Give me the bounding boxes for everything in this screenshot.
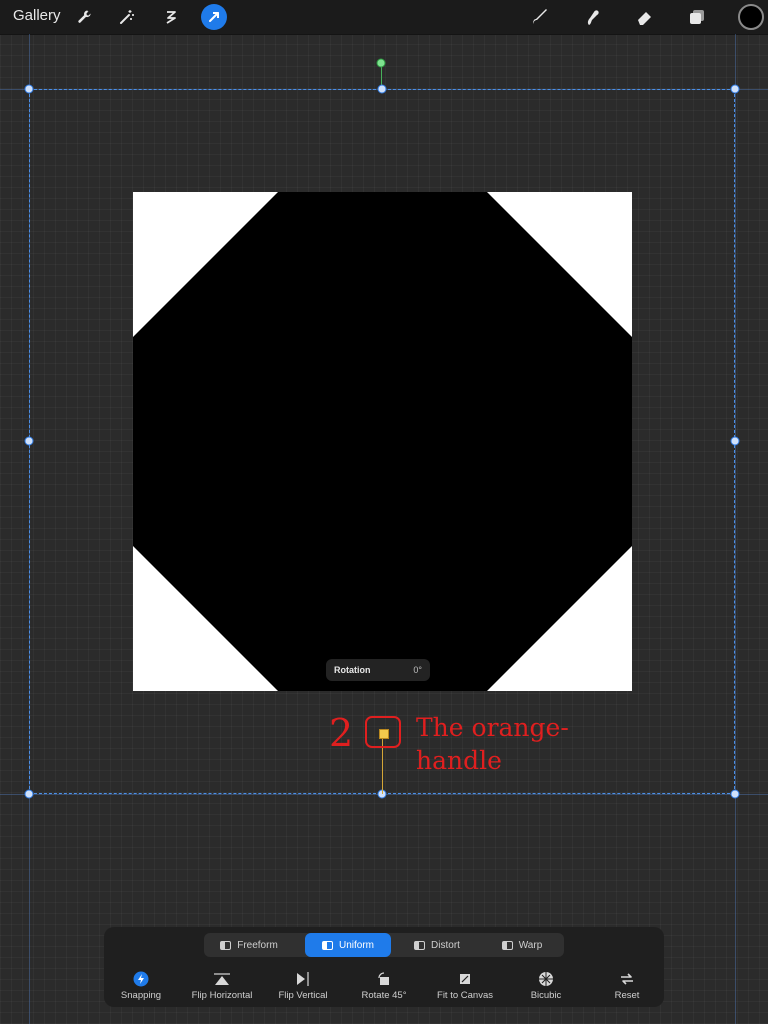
uniform-icon [321,940,333,950]
flip-horizontal-button[interactable]: Flip Horizontal [180,971,264,1005]
corner-handle-top-right[interactable] [730,84,740,94]
reset-icon [585,971,669,987]
smudge-icon[interactable] [580,4,606,30]
distort-icon [414,940,426,950]
mode-warp[interactable]: Warp [482,933,562,957]
layers-icon[interactable] [684,4,710,30]
magic-wand-icon[interactable] [114,4,140,30]
transform-arrow-icon[interactable] [201,4,227,30]
corner-handle-bottom-right[interactable] [730,789,740,799]
rotate-45-button[interactable]: Rotate 45° [342,971,426,1005]
transform-bounding-box[interactable] [29,89,735,794]
flip-vertical-button[interactable]: Flip Vertical [261,971,345,1005]
rotation-readout: Rotation 0° [326,659,430,681]
corner-handle-bottom-left[interactable] [24,789,34,799]
brush-icon[interactable] [527,4,553,30]
flip-vertical-icon [261,971,345,987]
rotation-handle[interactable] [376,58,386,68]
bicubic-icon [504,971,588,987]
corner-handle-top-left[interactable] [24,84,34,94]
fit-to-canvas-button[interactable]: Fit to Canvas [423,971,507,1005]
edge-handle-left[interactable] [24,436,34,446]
edge-handle-right[interactable] [730,436,740,446]
mode-freeform[interactable]: Freeform [204,933,294,957]
annotation-text: The orange-handle [416,713,569,775]
annotation-number: 2 [329,711,354,755]
guide-line-right [735,34,736,1024]
freeform-icon [220,940,232,950]
wrench-icon[interactable] [71,4,97,30]
warp-icon [501,940,513,950]
gallery-button[interactable]: Gallery [13,7,61,24]
fit-canvas-icon [423,971,507,987]
color-swatch[interactable] [738,4,764,30]
edge-handle-top[interactable] [377,84,387,94]
flip-horizontal-icon [180,971,264,987]
transform-panel: Freeform Uniform Distort Warp Snapping F… [104,927,664,1007]
snapping-button[interactable]: Snapping [99,971,183,1005]
bicubic-button[interactable]: Bicubic [504,971,588,1005]
rotation-value: 0° [413,665,422,675]
top-toolbar: Gallery [0,0,768,35]
annotation-highlight-box [365,716,401,748]
mode-uniform[interactable]: Uniform [305,933,391,957]
selection-icon[interactable] [158,4,184,30]
reset-button[interactable]: Reset [585,971,669,1005]
rotate-icon [342,971,426,987]
eraser-icon[interactable] [632,4,658,30]
snapping-icon [99,971,183,987]
transform-mode-bar: Freeform Uniform Distort Warp [204,933,564,957]
mode-distort[interactable]: Distort [394,933,480,957]
rotation-label: Rotation [334,665,371,675]
